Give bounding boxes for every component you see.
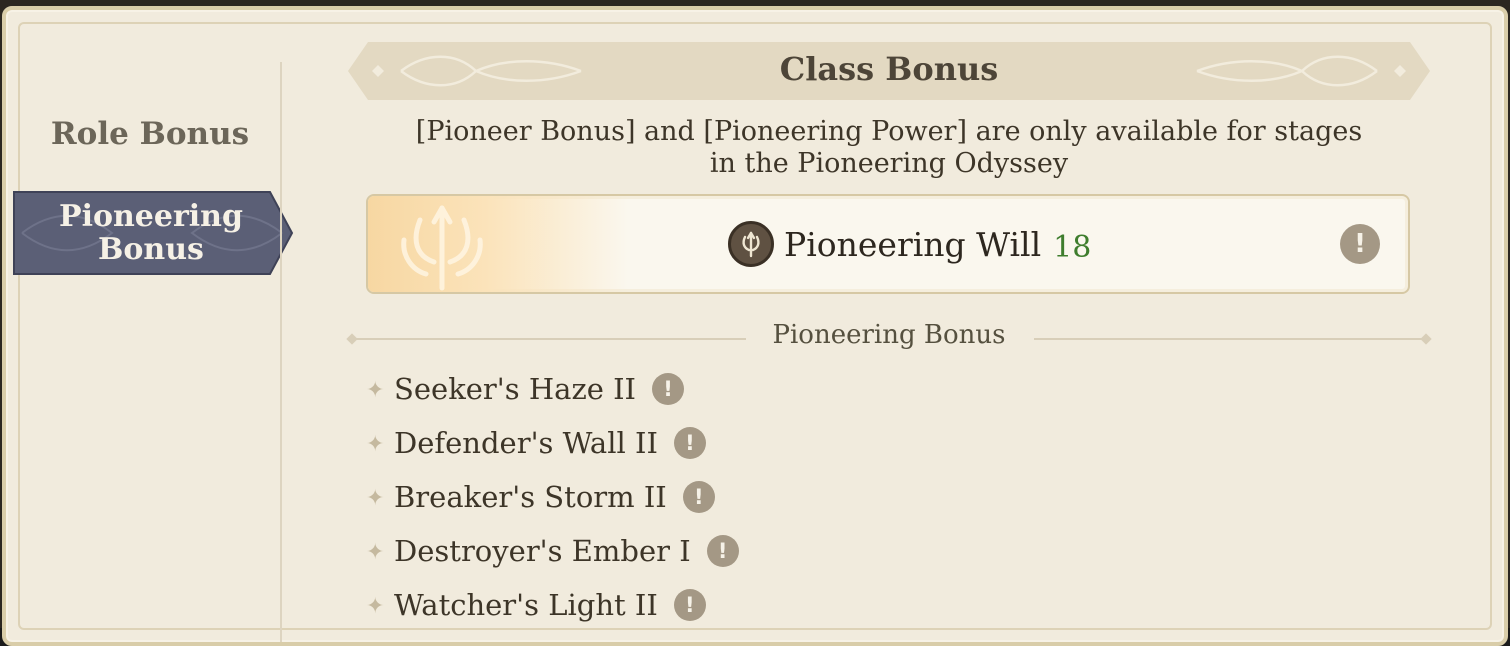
divider-line-right [1034, 338, 1426, 340]
pioneering-will-summary: Pioneering Will 18 [728, 218, 1091, 270]
tab-label-line2: Bonus [98, 232, 204, 267]
notice-line1: [Pioneer Bonus] and [Pioneering Power] a… [415, 116, 1363, 147]
header-ribbon: Class Bonus [346, 40, 1432, 102]
pioneering-bonus-section-header: Pioneering Bonus [346, 316, 1432, 360]
exclamation-info-icon[interactable]: ! [682, 481, 715, 513]
list-item: ✦ Seeker's Haze II ! [366, 362, 1066, 416]
tab-pioneering-bonus-label: Pioneering Bonus [12, 200, 290, 266]
sparkle-icon: ✦ [366, 431, 385, 457]
trident-emblem-icon [728, 221, 774, 267]
sparkle-icon: ✦ [366, 377, 385, 403]
trident-watermark-icon [401, 205, 483, 291]
exclamation-info-icon[interactable]: ! [1340, 224, 1380, 264]
list-item: ✦ Destroyer's Ember I ! [366, 524, 1066, 578]
list-item: ✦ Breaker's Storm II ! [366, 470, 1066, 524]
availability-notice: [Pioneer Bonus] and [Pioneering Power] a… [346, 116, 1432, 180]
tab-role-bonus[interactable]: Role Bonus [40, 116, 260, 152]
sparkle-icon: ✦ [366, 485, 385, 511]
bonus-name: Watcher's Light II [394, 588, 658, 622]
bonus-name: Defender's Wall II [394, 426, 658, 460]
exclamation-info-icon[interactable]: ! [706, 535, 739, 567]
tab-pioneering-bonus[interactable]: Pioneering Bonus [12, 190, 294, 276]
exclamation-info-icon[interactable]: ! [652, 373, 685, 405]
window-frame: Role Bonus Pioneering Bonus Class Bonus … [0, 0, 1510, 646]
sparkle-icon: ✦ [366, 593, 385, 619]
bonus-name: Seeker's Haze II [394, 372, 637, 406]
pioneering-will-value: 18 [1053, 229, 1092, 265]
bonus-name: Breaker's Storm II [394, 480, 667, 514]
tab-label-line1: Pioneering [59, 199, 243, 234]
sparkle-icon: ✦ [366, 539, 385, 565]
pioneering-will-card: Pioneering Will 18 ! [366, 194, 1410, 294]
section-title: Pioneering Bonus [772, 320, 1006, 350]
sidebar-divider [280, 62, 282, 642]
page-title: Class Bonus [779, 50, 999, 88]
list-item: ✦ Defender's Wall II ! [366, 416, 1066, 470]
list-item: ✦ Watcher's Light II ! [366, 578, 1066, 632]
bonus-list: ✦ Seeker's Haze II ! ✦ Defender's Wall I… [366, 362, 1066, 632]
exclamation-info-icon[interactable]: ! [673, 427, 706, 459]
exclamation-info-icon[interactable]: ! [673, 589, 706, 621]
bonus-name: Destroyer's Ember I [394, 534, 691, 568]
pioneering-will-label: Pioneering Will [784, 224, 1042, 264]
notice-line2: in the Pioneering Odyssey [709, 148, 1069, 179]
